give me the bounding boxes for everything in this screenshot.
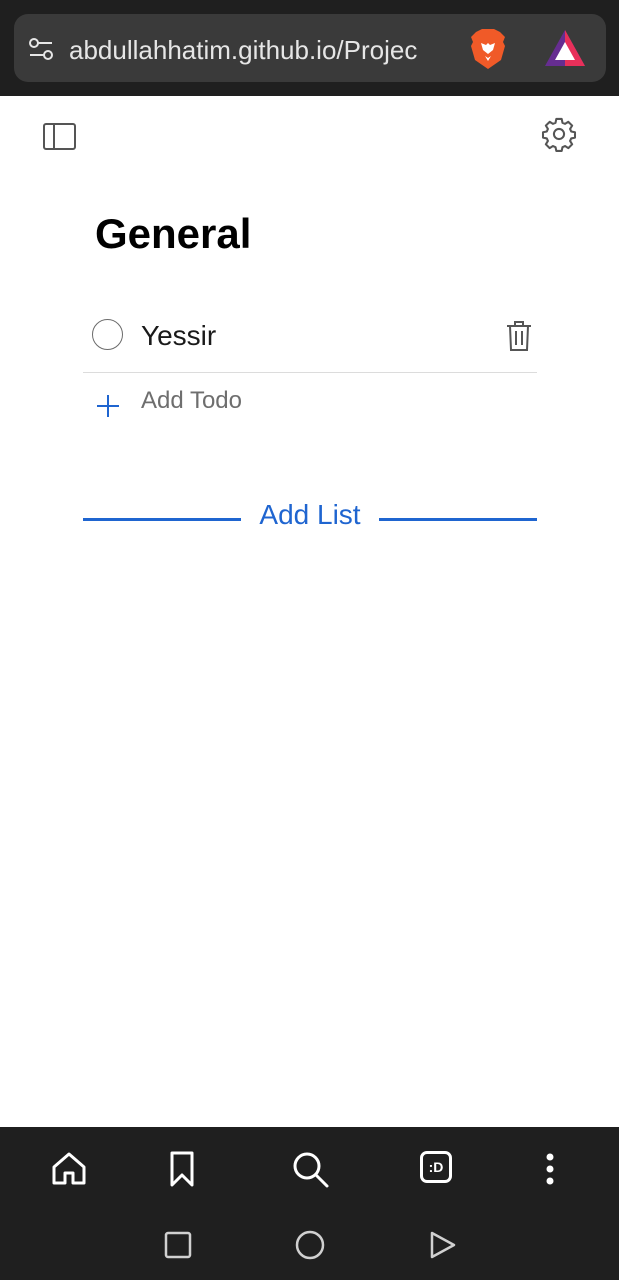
add-todo-button[interactable]: Add Todo: [83, 380, 537, 430]
plus-icon: [97, 395, 119, 417]
todo-text[interactable]: Yessir: [141, 318, 216, 354]
divider-line: [83, 518, 241, 521]
list-title: General: [95, 210, 252, 257]
sidebar-toggle-icon[interactable]: [42, 121, 78, 153]
browser-top-bar: abdullahhatim.github.io/Projec: [0, 0, 619, 96]
browser-bottom-toolbar: :D: [0, 1127, 619, 1280]
todo-item: Yessir: [83, 304, 537, 373]
brave-shields-icon[interactable]: [468, 28, 508, 70]
gear-icon[interactable]: [540, 115, 578, 153]
divider-line: [379, 518, 537, 521]
home-icon[interactable]: [49, 1149, 89, 1189]
search-icon[interactable]: [290, 1149, 330, 1189]
site-settings-icon[interactable]: [28, 36, 54, 62]
trash-icon[interactable]: [505, 320, 533, 352]
tabs-count: :D: [420, 1151, 452, 1183]
bookmark-icon[interactable]: [162, 1149, 202, 1189]
brave-rewards-icon[interactable]: [544, 28, 586, 68]
recents-icon[interactable]: [162, 1229, 194, 1261]
add-list-button[interactable]: Add List: [83, 494, 537, 538]
add-list-label[interactable]: Add List: [241, 496, 379, 534]
more-icon[interactable]: [530, 1149, 570, 1189]
add-todo-label[interactable]: Add Todo: [141, 384, 242, 418]
back-icon[interactable]: [426, 1229, 458, 1261]
tabs-icon[interactable]: :D: [418, 1149, 458, 1189]
url-text[interactable]: abdullahhatim.github.io/Projec: [69, 32, 454, 68]
todo-checkbox[interactable]: [92, 319, 123, 350]
home-circle-icon[interactable]: [294, 1229, 326, 1261]
